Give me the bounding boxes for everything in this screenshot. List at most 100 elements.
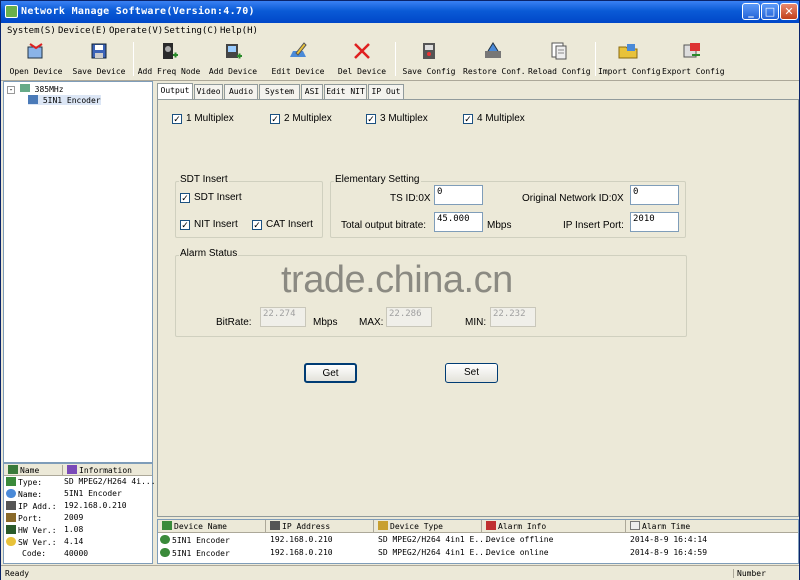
- original-network-id-label: Original Network ID:0X: [522, 193, 624, 204]
- alarm-log-list[interactable]: Device Name IP Address Device Type Alarm…: [157, 519, 799, 564]
- app-icon: [5, 5, 18, 18]
- total-output-bitrate-label: Total output bitrate:: [341, 220, 427, 231]
- window-title: Network Manage Software(Version:4.70): [21, 6, 255, 17]
- sdt-insert-checkbox[interactable]: ✓ SDT Insert: [180, 192, 242, 203]
- device-type-icon: [378, 521, 388, 530]
- title-bar[interactable]: Network Manage Software(Version:4.70) _ …: [1, 1, 799, 23]
- software-bulb-icon: [6, 537, 16, 546]
- tab-edit-nit[interactable]: Edit NIT: [324, 84, 367, 99]
- minimize-button[interactable]: _: [742, 3, 760, 20]
- nit-insert-checkbox[interactable]: ✓ NIT Insert: [180, 219, 238, 230]
- info-header: Name Information: [4, 464, 152, 476]
- tree-node-encoder[interactable]: 5IN1 Encoder: [28, 95, 101, 105]
- tree-node-frequency[interactable]: - 385MHz: [7, 84, 64, 94]
- tab-system[interactable]: System: [259, 84, 300, 99]
- type-icon: [6, 477, 16, 486]
- log-header-alarm-info[interactable]: Alarm Info: [482, 520, 626, 533]
- alarm-bitrate-unit: Mbps: [313, 317, 338, 328]
- open-device-button[interactable]: Open Device: [5, 41, 67, 79]
- reload-config-button[interactable]: Reload Config: [528, 41, 591, 79]
- encoder-node-icon: [28, 95, 38, 104]
- checkmark-icon: ✓: [180, 220, 190, 230]
- frequency-node-icon: [19, 84, 30, 92]
- delete-icon: [354, 43, 370, 59]
- del-device-button[interactable]: Del Device: [335, 41, 389, 79]
- log-header-ip-address[interactable]: IP Address: [266, 520, 374, 533]
- menu-setting[interactable]: Setting(C): [164, 26, 218, 36]
- log-header: Device Name IP Address Device Type Alarm…: [158, 520, 798, 533]
- ip-insert-port-input[interactable]: 2010: [630, 212, 679, 232]
- original-network-id-input[interactable]: 0: [630, 185, 679, 205]
- close-button[interactable]: ✕: [780, 3, 798, 20]
- set-button[interactable]: Set: [445, 363, 498, 383]
- device-name-icon: [162, 521, 172, 530]
- status-number-pane: Number: [733, 569, 797, 578]
- log-row[interactable]: 5IN1 Encoder 192.168.0.210 SD MPEG2/H264…: [158, 534, 798, 546]
- alarm-status-title: Alarm Status: [179, 248, 239, 259]
- device-tree[interactable]: - 385MHz 5IN1 Encoder: [3, 81, 153, 463]
- output-panel: ✓ 1 Multiplex ✓ 2 Multiplex ✓ 3 Multiplex ✓…: [157, 99, 799, 517]
- device-info-panel: Name Information Type: SD MPEG2/H264 4i..…: [3, 463, 156, 564]
- sdt-insert-group-title: SDT Insert: [179, 174, 229, 185]
- import-config-icon: [618, 44, 638, 59]
- log-header-device-type[interactable]: Device Type: [374, 520, 482, 533]
- menu-device[interactable]: Device(E): [58, 26, 107, 36]
- multiplex-2-checkbox[interactable]: ✓ 2 Multiplex: [270, 113, 332, 124]
- checkmark-icon: ✓: [366, 114, 376, 124]
- log-header-device-name[interactable]: Device Name: [158, 520, 266, 533]
- alarm-bitrate-label: BitRate:: [216, 317, 252, 328]
- get-button[interactable]: Get: [304, 363, 357, 383]
- export-config-button[interactable]: Export Config: [662, 41, 725, 79]
- menu-operate[interactable]: Operate(V): [109, 26, 163, 36]
- tab-output[interactable]: Output: [157, 83, 193, 100]
- add-device-icon: [226, 44, 242, 59]
- device-status-icon: [160, 548, 170, 557]
- save-device-icon: [91, 43, 107, 59]
- alarm-max-value: 22.286: [386, 307, 432, 327]
- tab-audio[interactable]: Audio: [224, 84, 258, 99]
- checkmark-icon: ✓: [252, 220, 262, 230]
- add-device-button[interactable]: Add Device: [206, 41, 260, 79]
- ip-address-icon: [6, 501, 16, 510]
- import-config-button[interactable]: Import Config: [598, 41, 661, 79]
- multiplex-1-checkbox[interactable]: ✓ 1 Multiplex: [172, 113, 234, 124]
- info-header-name: Name: [20, 466, 40, 475]
- checkmark-icon: ✓: [180, 193, 190, 203]
- save-device-button[interactable]: Save Device: [71, 41, 127, 79]
- ts-id-label: TS ID:0X: [390, 193, 431, 204]
- log-row[interactable]: 5IN1 Encoder 192.168.0.210 SD MPEG2/H264…: [158, 547, 798, 559]
- export-config-icon: [683, 43, 700, 58]
- total-output-bitrate-input[interactable]: 45.000: [434, 212, 483, 232]
- restore-config-button[interactable]: Restore Conf.: [463, 41, 526, 79]
- tab-asi[interactable]: ASI: [301, 84, 323, 99]
- hardware-icon: [6, 525, 16, 534]
- tab-ip-out[interactable]: IP Out: [368, 84, 404, 99]
- edit-device-icon: [290, 42, 307, 57]
- ip-address-icon: [270, 521, 280, 530]
- log-header-alarm-time[interactable]: Alarm Time: [626, 520, 798, 533]
- maximize-button[interactable]: □: [761, 3, 779, 20]
- reload-config-icon: [551, 42, 567, 60]
- status-text: Ready: [5, 569, 30, 578]
- expand-minus-icon[interactable]: -: [7, 86, 15, 94]
- add-freq-node-button[interactable]: Add Freq Node: [137, 41, 201, 79]
- port-icon: [6, 513, 16, 522]
- elementary-setting-title: Elementary Setting: [334, 174, 421, 185]
- status-bar: Ready Number: [1, 565, 799, 580]
- menu-system[interactable]: System(S): [7, 26, 56, 36]
- ts-id-input[interactable]: 0: [434, 185, 483, 205]
- alarm-info-icon: [486, 521, 496, 530]
- alarm-bitrate-value: 22.274: [260, 307, 306, 327]
- edit-device-button[interactable]: Edit Device: [269, 41, 327, 79]
- multiplex-4-checkbox[interactable]: ✓ 4 Multiplex: [463, 113, 525, 124]
- alarm-time-icon: [630, 521, 640, 530]
- device-status-icon: [160, 535, 170, 544]
- save-config-icon: [423, 43, 435, 59]
- main-window: Network Manage Software(Version:4.70) _ …: [0, 0, 800, 580]
- menu-help[interactable]: Help(H): [220, 26, 258, 36]
- checkmark-icon: ✓: [270, 114, 280, 124]
- tab-video[interactable]: Video: [194, 84, 223, 99]
- save-config-button[interactable]: Save Config: [401, 41, 457, 79]
- cat-insert-checkbox[interactable]: ✓ CAT Insert: [252, 219, 313, 230]
- multiplex-3-checkbox[interactable]: ✓ 3 Multiplex: [366, 113, 428, 124]
